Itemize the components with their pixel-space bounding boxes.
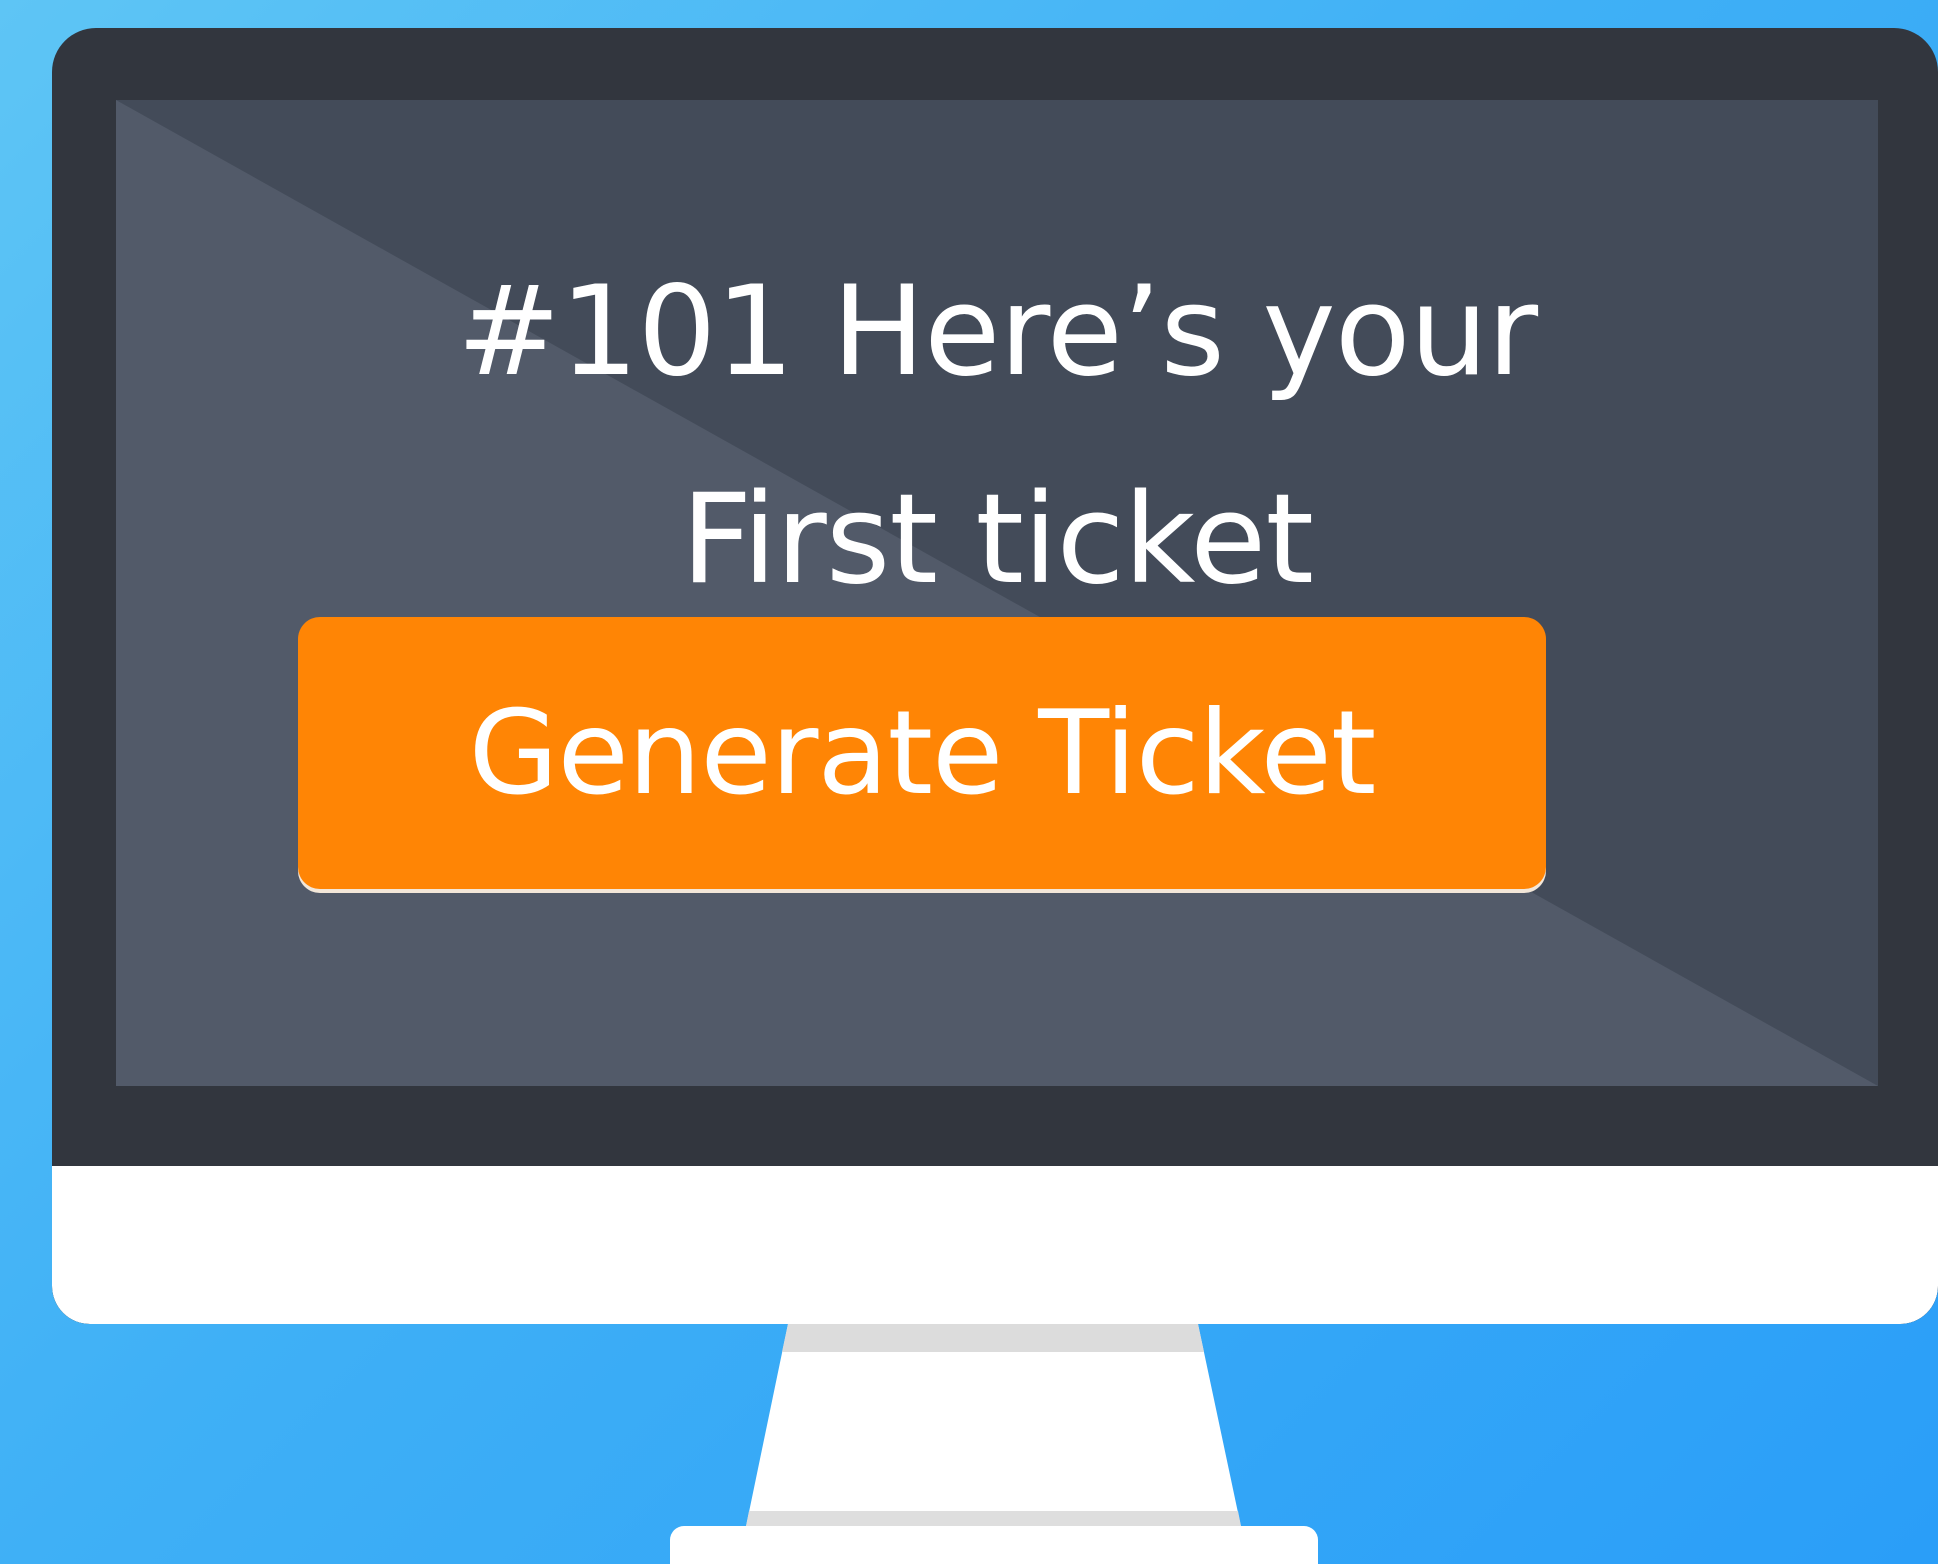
monitor-base xyxy=(670,1526,1318,1564)
generate-ticket-button[interactable]: Generate Ticket xyxy=(298,617,1546,889)
headline-line-2: First ticket xyxy=(681,468,1314,612)
page-background: { "screen": { "headline_line1": "#101 He… xyxy=(0,0,1938,1564)
monitor-chin xyxy=(52,1166,1938,1324)
ticket-headline: #101 Here’s your First ticket xyxy=(116,228,1878,644)
monitor-screen: #101 Here’s your First ticket xyxy=(116,100,1878,1086)
headline-line-1: #101 Here’s your xyxy=(456,260,1538,404)
monitor-stand xyxy=(743,1324,1244,1541)
